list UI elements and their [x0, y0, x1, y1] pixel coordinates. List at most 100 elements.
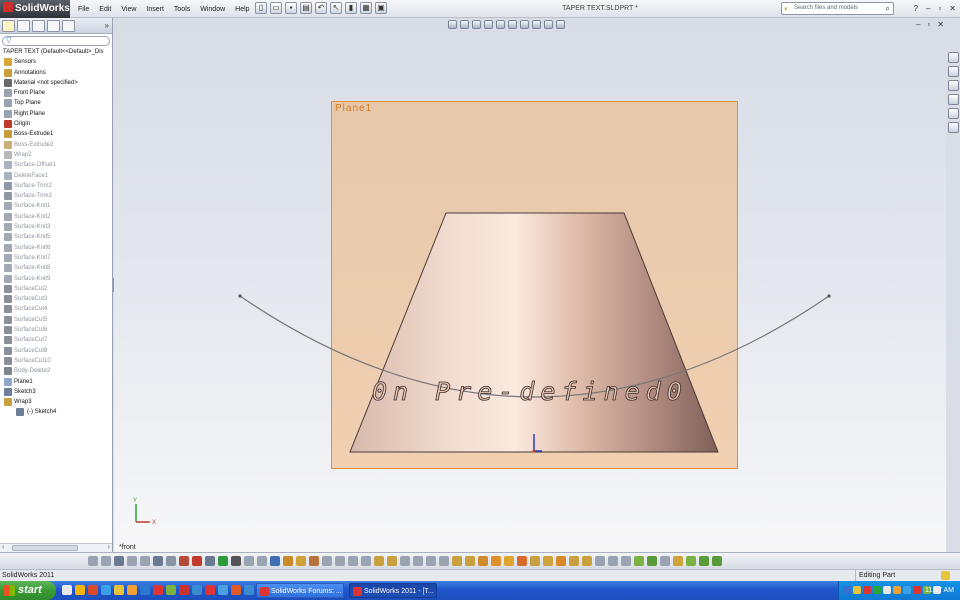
dimxpert-tab-icon[interactable] — [47, 19, 60, 32]
tree-node[interactable]: Surface-Offset1 — [0, 160, 112, 170]
tree-node[interactable]: SurfaceCut4 — [0, 304, 112, 314]
tree-horizontal-scrollbar[interactable]: ‹ › — [0, 543, 112, 552]
command-icon[interactable] — [699, 556, 709, 566]
command-icon[interactable] — [621, 556, 631, 566]
file-explorer-icon[interactable] — [947, 80, 959, 91]
close-button[interactable]: ✕ — [949, 0, 956, 18]
command-icon[interactable] — [205, 556, 215, 566]
command-icon[interactable] — [88, 556, 98, 566]
command-icon[interactable] — [517, 556, 527, 566]
command-icon[interactable] — [361, 556, 371, 566]
tree-node[interactable]: Material <not specified> — [0, 78, 112, 88]
taskbar-button-forums[interactable]: SolidWorks Forums: ... — [256, 583, 344, 598]
quick-launch-icon[interactable] — [192, 585, 202, 595]
menu-edit[interactable]: Edit — [99, 6, 111, 13]
solidworks-resources-icon[interactable] — [947, 52, 959, 63]
tree-node[interactable]: Boss-Extrude2 — [0, 140, 112, 150]
tray-icon[interactable] — [893, 586, 901, 594]
tree-node[interactable]: Surface-Knit8 — [0, 263, 112, 273]
quick-launch-icon[interactable] — [179, 585, 189, 595]
sketch-endpoint-left[interactable] — [238, 294, 242, 298]
scroll-right-icon[interactable]: › — [108, 544, 110, 552]
tree-node[interactable]: Origin — [0, 119, 112, 129]
tree-node[interactable]: Surface-Knit1 — [0, 201, 112, 211]
menu-view[interactable]: View — [121, 6, 136, 13]
menu-file[interactable]: File — [78, 6, 89, 13]
command-icon[interactable] — [270, 556, 280, 566]
sketch-endpoint-right[interactable] — [827, 294, 831, 298]
tree-node[interactable]: Surface-Knit2 — [0, 212, 112, 222]
expand-chevron-icon[interactable]: » — [105, 21, 109, 30]
command-icon[interactable] — [452, 556, 462, 566]
command-icon[interactable] — [569, 556, 579, 566]
display-manager-tab-icon[interactable] — [62, 19, 75, 32]
quick-launch-icon[interactable] — [101, 585, 111, 595]
command-icon[interactable] — [673, 556, 683, 566]
command-icon[interactable] — [140, 556, 150, 566]
quick-launch-icon[interactable] — [62, 585, 72, 595]
tree-root[interactable]: TAPER TEXT (Default<<Default>_Dis — [0, 47, 112, 57]
select-icon[interactable]: ↖ — [330, 2, 342, 14]
options-icon[interactable]: ▣ — [375, 2, 387, 14]
command-icon[interactable] — [101, 556, 111, 566]
command-icon[interactable] — [127, 556, 137, 566]
command-icon[interactable] — [309, 556, 319, 566]
command-icon[interactable] — [504, 556, 514, 566]
scroll-left-icon[interactable]: ‹ — [2, 544, 4, 552]
tree-node[interactable]: (-) Sketch4 — [0, 407, 112, 417]
command-icon[interactable] — [244, 556, 254, 566]
tree-node[interactable]: SurfaceCut2 — [0, 284, 112, 294]
command-icon[interactable] — [231, 556, 241, 566]
undo-icon[interactable]: ↶ — [315, 2, 327, 14]
command-icon[interactable] — [647, 556, 657, 566]
quick-launch-icon[interactable] — [140, 585, 150, 595]
command-icon[interactable] — [192, 556, 202, 566]
command-icon[interactable] — [491, 556, 501, 566]
command-icon[interactable] — [426, 556, 436, 566]
tree-node[interactable]: Wrap3 — [0, 397, 112, 407]
new-icon[interactable]: ▯ — [255, 2, 267, 14]
command-icon[interactable] — [374, 556, 384, 566]
quick-launch-icon[interactable] — [75, 585, 85, 595]
command-icon[interactable] — [608, 556, 618, 566]
file-properties-icon[interactable]: ▦ — [360, 2, 372, 14]
tray-icon[interactable] — [903, 586, 911, 594]
command-icon[interactable] — [296, 556, 306, 566]
tree-node[interactable]: Right Plane — [0, 109, 112, 119]
tray-icon[interactable] — [843, 586, 851, 594]
command-icon[interactable] — [660, 556, 670, 566]
command-icon[interactable] — [218, 556, 228, 566]
feature-manager-tab-icon[interactable] — [2, 19, 15, 32]
design-library-icon[interactable] — [947, 66, 959, 77]
command-icon[interactable] — [439, 556, 449, 566]
tree-filter[interactable]: ▽ — [2, 36, 110, 46]
tray-icon[interactable] — [863, 586, 871, 594]
rebuild-status-icon[interactable] — [941, 571, 950, 580]
command-icon[interactable] — [179, 556, 189, 566]
command-icon[interactable] — [322, 556, 332, 566]
quick-launch-icon[interactable] — [244, 585, 254, 595]
tree-node[interactable]: Surface-Knit9 — [0, 274, 112, 284]
command-icon[interactable] — [283, 556, 293, 566]
graphics-viewport[interactable]: – ▫ ✕ Plane1 0n Pre-defined0 Y X *front — [114, 18, 946, 552]
command-icon[interactable] — [478, 556, 488, 566]
command-icon[interactable] — [257, 556, 267, 566]
command-icon[interactable] — [400, 556, 410, 566]
tree-node[interactable]: SurfaceCut5 — [0, 315, 112, 325]
restore-button[interactable]: ▫ — [938, 0, 941, 18]
command-icon[interactable] — [153, 556, 163, 566]
solidworks-logo[interactable]: SolidWorks — [0, 0, 70, 18]
command-icon[interactable] — [348, 556, 358, 566]
tree-node[interactable]: Body-Delete2 — [0, 366, 112, 376]
tree-node[interactable]: Annotations — [0, 68, 112, 78]
tree-node[interactable]: Front Plane — [0, 88, 112, 98]
help-button[interactable]: ? — [914, 0, 918, 18]
search-icon[interactable]: ⌕ — [886, 3, 890, 14]
start-button[interactable]: start — [0, 581, 56, 600]
tree-node[interactable]: Plane1 — [0, 377, 112, 387]
tray-icon[interactable] — [873, 586, 881, 594]
tree-node[interactable]: Sensors — [0, 57, 112, 67]
tree-node[interactable]: SurfaceCut3 — [0, 294, 112, 304]
tray-icon[interactable] — [913, 586, 921, 594]
command-icon[interactable] — [166, 556, 176, 566]
